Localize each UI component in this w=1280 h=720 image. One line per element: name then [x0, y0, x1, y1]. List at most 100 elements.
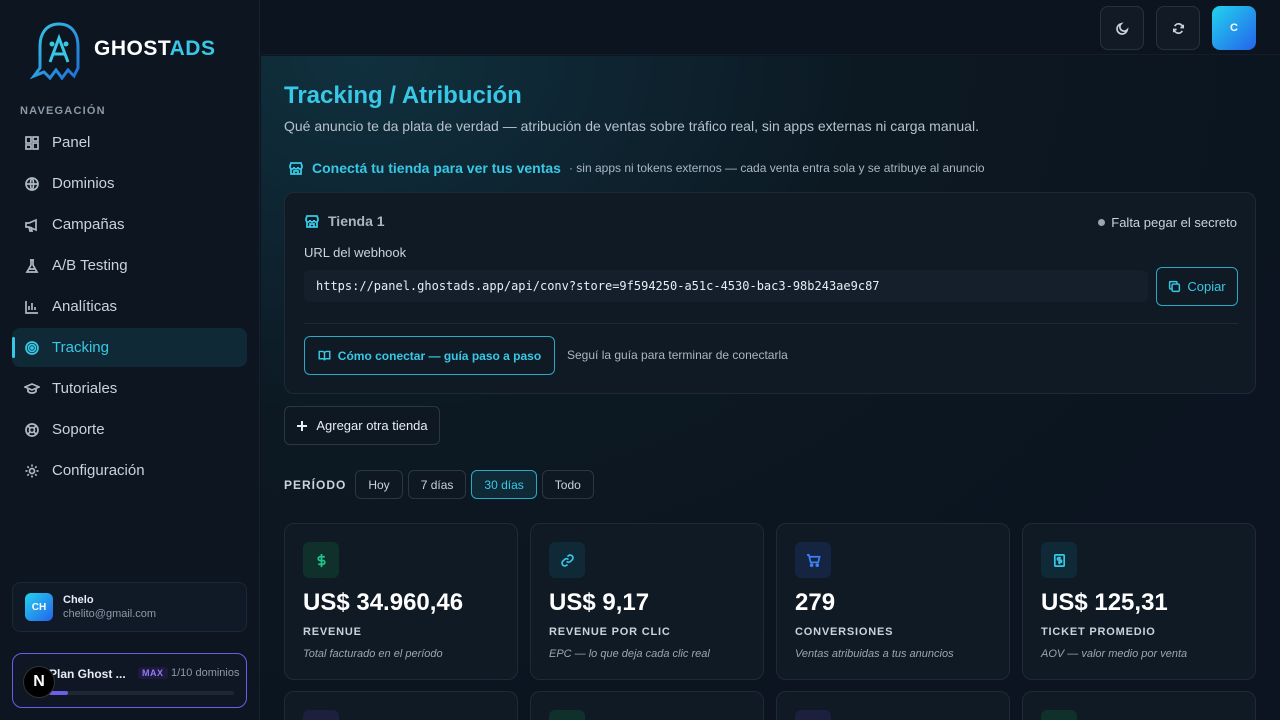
graduation-cap-icon: [24, 382, 40, 394]
sidebar-item-soporte[interactable]: Soporte: [12, 410, 247, 449]
kpi-card-revenue-por-clic: US$ 9,17 REVENUE POR CLIC EPC — lo que d…: [530, 523, 764, 680]
period-option-7-dias[interactable]: 7 días: [407, 470, 467, 499]
kpi-description: Total facturado en el período: [303, 648, 443, 660]
kpi-label: REVENUE POR CLIC: [549, 626, 671, 638]
target-icon: [25, 340, 39, 355]
webhook-label: URL del webhook: [304, 245, 407, 260]
plan-tier-badge: MAX: [138, 667, 168, 679]
sidebar-item-tutoriales[interactable]: Tutoriales: [12, 369, 247, 408]
kpi-icon-box: [795, 710, 831, 720]
cart-icon: [806, 553, 821, 567]
user-name: Chelo: [63, 594, 94, 606]
kpi-icon-box: [549, 542, 585, 578]
store-icon: [289, 162, 303, 175]
kpi-icon-box: [303, 710, 339, 720]
plan-domains-count: 1/10 dominios: [171, 667, 240, 679]
sidebar-nav: Panel Dominios Campañas A/B Testing Anal…: [12, 123, 247, 492]
kpi-icon-box: [795, 542, 831, 578]
kpi-value: 279: [795, 589, 836, 616]
avatar: CH: [25, 593, 53, 621]
kpi-value: US$ 9,17: [549, 589, 650, 616]
page-subtitle: Qué anuncio te da plata de verdad — atri…: [284, 118, 979, 134]
lifebuoy-icon: [25, 422, 39, 437]
sidebar-item-analiticas[interactable]: Analíticas: [12, 287, 247, 326]
nav-section-title: NAVEGACIÓN: [20, 105, 106, 117]
refresh-icon: [1172, 22, 1184, 34]
receipt-icon: [1053, 553, 1065, 567]
status-dot-icon: [1098, 219, 1106, 226]
copy-icon: [1169, 280, 1181, 293]
kpi-description: AOV — valor medio por venta: [1041, 648, 1188, 660]
sidebar-item-label: Soporte: [52, 421, 105, 438]
kpi-card: [284, 691, 518, 720]
kpi-card-revenue: US$ 34.960,46 REVENUE Total facturado en…: [284, 523, 518, 680]
plus-icon: [297, 420, 308, 431]
main-content: Tracking / Atribución Qué anuncio te da …: [261, 56, 1280, 720]
brand-logo[interactable]: GHOSTADS: [30, 18, 215, 80]
store-name: Tienda 1: [328, 213, 385, 229]
kpi-card: [776, 691, 1010, 720]
sidebar-item-label: Tutoriales: [52, 380, 118, 397]
theme-toggle-button[interactable]: [1100, 6, 1144, 50]
book-icon: [318, 350, 331, 361]
sidebar-item-label: Tracking: [52, 339, 109, 356]
brand-name: GHOSTADS: [94, 37, 216, 60]
period-option-hoy[interactable]: Hoy: [355, 470, 403, 499]
kpi-icon-box: [549, 710, 585, 720]
sidebar-item-label: Panel: [52, 134, 91, 151]
kpi-icon-box: [303, 542, 339, 578]
kpi-card: [530, 691, 764, 720]
refresh-button[interactable]: [1156, 6, 1200, 50]
plan-card[interactable]: Plan Ghost ... MAX 1/10 dominios N: [12, 653, 247, 708]
plan-usage-bar: [49, 691, 234, 695]
period-option-todo[interactable]: Todo: [541, 470, 594, 499]
add-store-button[interactable]: Agregar otra tienda: [284, 406, 440, 445]
gear-icon: [25, 464, 39, 477]
sidebar-item-panel[interactable]: Panel: [12, 123, 247, 162]
connect-store-banner: Conectá tu tienda para ver tus ventas · …: [288, 160, 985, 176]
store-status-text: Falta pegar el secreto: [1111, 215, 1237, 230]
kpi-label: CONVERSIONES: [795, 626, 894, 638]
sidebar-item-campanas[interactable]: Campañas: [12, 205, 247, 244]
kpi-icon-box: [1041, 710, 1077, 720]
kpi-value: US$ 125,31: [1041, 589, 1168, 616]
sidebar-item-dominios[interactable]: Dominios: [12, 164, 247, 203]
sidebar-item-configuracion[interactable]: Configuración: [12, 451, 247, 490]
guide-label: Cómo conectar — guía paso a paso: [337, 348, 542, 363]
link-icon: [560, 553, 574, 567]
divider: [304, 323, 1238, 324]
user-avatar-button[interactable]: C: [1212, 6, 1256, 50]
user-email: chelito@gmail.com: [63, 608, 157, 620]
user-card[interactable]: CH Chelo chelito@gmail.com: [12, 582, 247, 632]
store-status: Falta pegar el secreto: [1098, 215, 1237, 230]
connect-guide-button[interactable]: Cómo conectar — guía paso a paso: [304, 336, 555, 375]
add-store-label: Agregar otra tienda: [316, 418, 428, 433]
period-selector: PERÍODO Hoy 7 días 30 días Todo: [284, 470, 594, 499]
copy-label: Copiar: [1187, 279, 1226, 294]
connect-note: · sin apps ni tokens externos — cada ven…: [568, 161, 985, 175]
copy-button[interactable]: Copiar: [1156, 267, 1238, 306]
period-label: PERÍODO: [284, 477, 347, 492]
plan-badge-letter[interactable]: N: [23, 666, 55, 698]
kpi-label: TICKET PROMEDIO: [1041, 626, 1156, 638]
dollar-icon: [316, 553, 326, 567]
flask-icon: [25, 258, 39, 273]
kpi-description: Ventas atribuidas a tus anuncios: [795, 648, 954, 660]
bar-chart-icon: [25, 300, 38, 314]
connect-title: Conectá tu tienda para ver tus ventas: [312, 160, 561, 176]
sidebar-item-ab-testing[interactable]: A/B Testing: [12, 246, 247, 285]
period-option-30-dias[interactable]: 30 días: [471, 470, 537, 499]
kpi-value: US$ 34.960,46: [303, 589, 464, 616]
sidebar-item-label: A/B Testing: [52, 257, 128, 274]
globe-icon: [25, 176, 39, 191]
ghost-logo-icon: [30, 22, 80, 80]
sidebar-item-tracking[interactable]: Tracking: [12, 328, 247, 367]
sidebar-item-label: Analíticas: [52, 298, 118, 315]
page-title: Tracking / Atribución: [284, 82, 522, 109]
kpi-description: EPC — lo que deja cada clic real: [549, 648, 710, 660]
webhook-url-field[interactable]: https://panel.ghostads.app/api/conv?stor…: [304, 270, 1148, 302]
kpi-icon-box: [1041, 542, 1077, 578]
kpi-card: [1022, 691, 1256, 720]
topbar: C: [261, 0, 1280, 55]
guide-note: Seguí la guía para terminar de conectarl…: [567, 348, 788, 362]
